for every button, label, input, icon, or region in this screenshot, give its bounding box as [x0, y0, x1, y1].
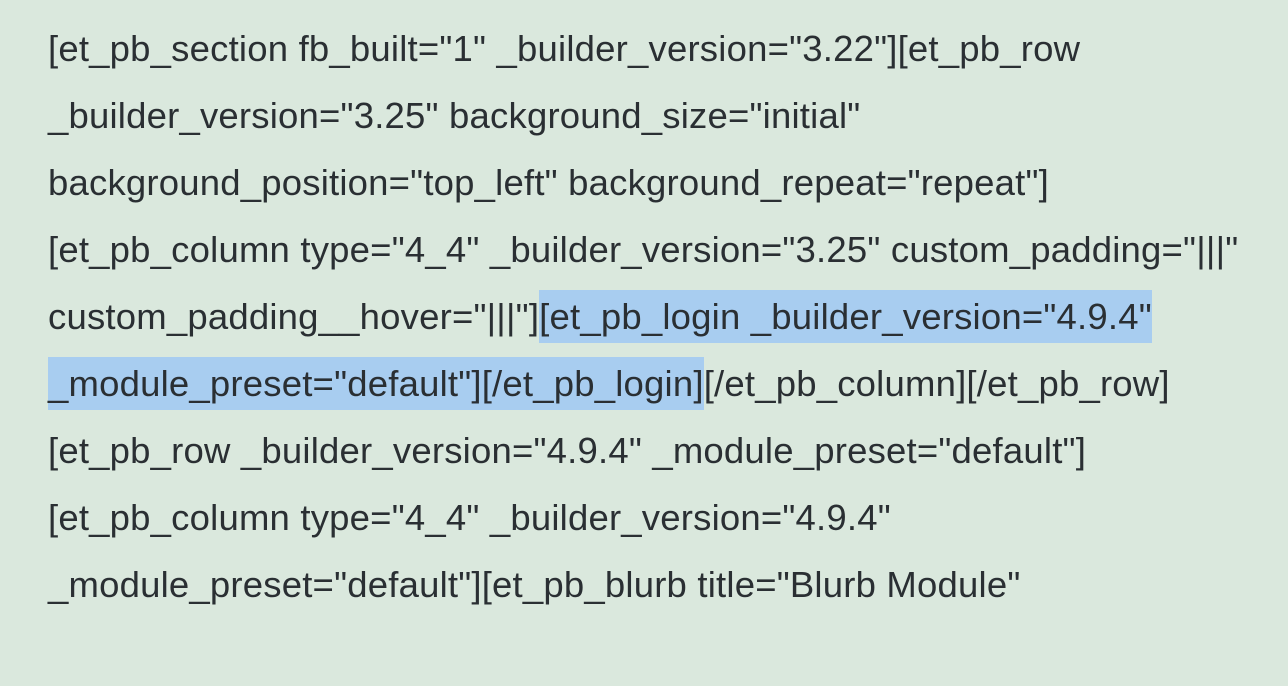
shortcode-text-block[interactable]: [et_pb_section fb_built="1" _builder_ver…: [48, 15, 1240, 618]
